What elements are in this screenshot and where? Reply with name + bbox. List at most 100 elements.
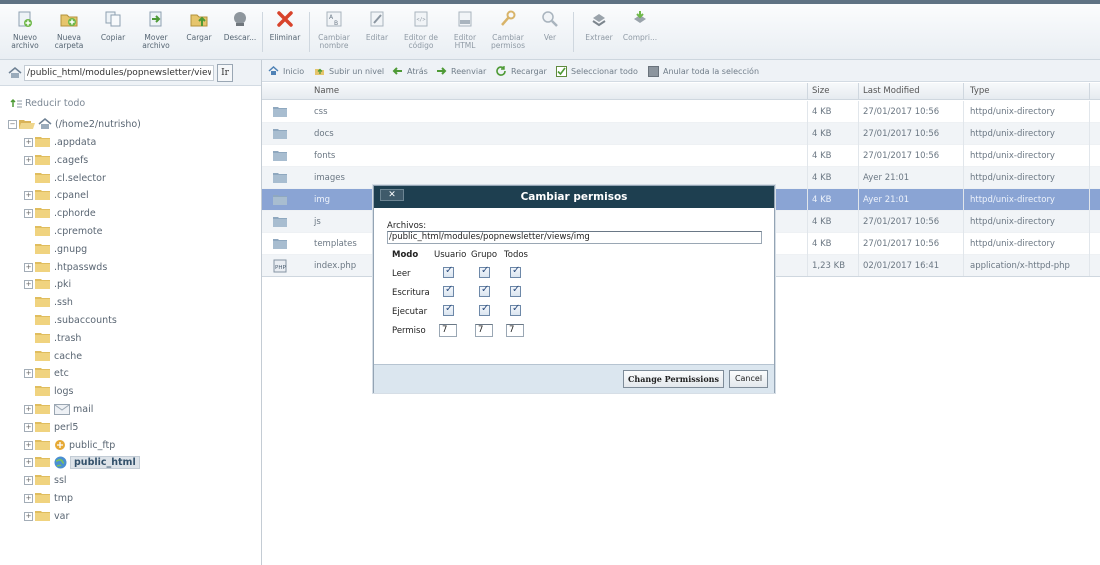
svg-text:</>: </>: [417, 17, 426, 23]
up-level-button[interactable]: Subir un nivel: [314, 66, 384, 76]
table-row[interactable]: fonts 4 KB 27/01/2017 10:56 httpd/unix-dire…: [262, 145, 1100, 167]
expand-toggle-icon[interactable]: +: [24, 137, 33, 147]
read-all-checkbox[interactable]: [510, 265, 521, 278]
permission-user-input[interactable]: 7: [439, 324, 457, 337]
tree-item-label: tmp: [54, 492, 74, 504]
tree-item[interactable]: logs: [24, 383, 73, 399]
write-group-checkbox[interactable]: [479, 284, 490, 297]
tree-item[interactable]: + .htpasswds: [24, 259, 107, 275]
upload-icon: [190, 14, 208, 27]
execute-all-checkbox[interactable]: [510, 303, 521, 316]
tree-item-label: mail: [73, 403, 94, 415]
tree-item[interactable]: + public_html: [24, 454, 140, 470]
forward-label: Reenviar: [451, 66, 487, 76]
html-editor-button[interactable]: Editor HTML: [448, 10, 482, 58]
collapse-all-label: Reducir todo: [25, 97, 86, 109]
collapse-all-button[interactable]: Reducir todo: [10, 95, 85, 111]
select-all-button[interactable]: Seleccionar todo: [556, 66, 638, 77]
folder-icon: [273, 107, 287, 117]
new-file-button[interactable]: Nuevo archivo: [6, 10, 44, 58]
back-button[interactable]: Atrás: [392, 66, 428, 76]
tree-item[interactable]: + .cpanel: [24, 187, 89, 203]
tree-item[interactable]: + .cagefs: [24, 152, 88, 168]
expand-toggle-icon[interactable]: +: [24, 422, 33, 432]
expand-toggle-icon[interactable]: +: [24, 404, 33, 414]
tree-item[interactable]: + .appdata: [24, 134, 96, 150]
permissions-button[interactable]: Cambiar permisos: [487, 10, 529, 58]
reload-button[interactable]: Recargar: [496, 66, 547, 76]
read-group-checkbox[interactable]: [479, 265, 490, 278]
tree-item[interactable]: .ssh: [24, 294, 73, 310]
edit-button[interactable]: Editar: [361, 10, 393, 58]
tree-item[interactable]: + .cphorde: [24, 205, 96, 221]
copy-button[interactable]: Copiar: [95, 10, 131, 58]
write-all-checkbox[interactable]: [510, 284, 521, 297]
tree-item[interactable]: + .pki: [24, 276, 71, 292]
tree-item[interactable]: .cpremote: [24, 223, 102, 239]
rename-button[interactable]: AB Cambiar nombre: [314, 10, 354, 58]
folder-tree: Reducir todo − (/home2/nutrisho) + .appda…: [0, 87, 261, 565]
toolbar: Nuevo archivo Nueva carpeta Copiar Mover…: [0, 4, 1100, 60]
files-field[interactable]: /public_html/modules/popnewsletter/views…: [387, 231, 762, 244]
expand-toggle-icon[interactable]: +: [24, 457, 33, 467]
code-editor-button[interactable]: </> Editor de código: [399, 10, 443, 58]
expand-toggle-icon[interactable]: +: [24, 262, 33, 272]
expand-toggle-icon[interactable]: +: [24, 208, 33, 218]
execute-group-checkbox[interactable]: [479, 303, 490, 316]
table-row[interactable]: css 4 KB 27/01/2017 10:56 httpd/unix-direct…: [262, 101, 1100, 123]
tree-item[interactable]: + tmp: [24, 490, 73, 506]
expand-toggle-icon[interactable]: +: [24, 493, 33, 503]
new-folder-button[interactable]: Nueva carpeta: [50, 10, 88, 58]
tree-item[interactable]: + etc: [24, 365, 69, 381]
tree-item[interactable]: + perl5: [24, 419, 78, 435]
expand-toggle-icon[interactable]: +: [24, 190, 33, 200]
tree-item[interactable]: + var: [24, 508, 69, 524]
tree-item[interactable]: .cl.selector: [24, 170, 106, 186]
move-button[interactable]: Mover archivo: [138, 10, 174, 58]
move-icon: [149, 11, 162, 27]
tree-item[interactable]: .gnupg: [24, 241, 87, 257]
cancel-button[interactable]: Cancel: [729, 370, 768, 388]
tree-item[interactable]: .trash: [24, 330, 81, 346]
read-user-checkbox[interactable]: [443, 265, 454, 278]
column-size[interactable]: Size: [812, 86, 829, 96]
unselect-all-button[interactable]: Anular toda la selección: [648, 66, 759, 77]
view-button[interactable]: Ver: [535, 10, 565, 58]
upload-button[interactable]: Cargar: [182, 10, 216, 58]
tree-item[interactable]: + mail: [24, 401, 93, 417]
tree-item[interactable]: .subaccounts: [24, 312, 117, 328]
write-user-checkbox[interactable]: [443, 284, 454, 297]
go-button[interactable]: Ir: [217, 64, 233, 82]
permission-all-input[interactable]: 7: [506, 324, 524, 337]
toolbar-separator: [309, 12, 310, 52]
permission-group-input[interactable]: 7: [475, 324, 493, 337]
change-permissions-button[interactable]: Change Permissions: [623, 370, 724, 388]
tree-root[interactable]: − (/home2/nutrisho): [8, 116, 141, 132]
file-name: js: [314, 217, 321, 227]
column-divider: [858, 233, 859, 255]
extract-button[interactable]: Extraer: [580, 10, 618, 58]
home-button[interactable]: Inicio: [268, 66, 304, 76]
path-input[interactable]: [24, 65, 214, 81]
expand-toggle-icon[interactable]: +: [24, 511, 33, 521]
compress-button[interactable]: Compri...: [621, 10, 659, 58]
tree-item[interactable]: + ssl: [24, 472, 67, 488]
download-button[interactable]: Descar...: [220, 10, 260, 58]
execute-user-checkbox[interactable]: [443, 303, 454, 316]
expand-toggle-icon[interactable]: +: [24, 279, 33, 289]
column-type[interactable]: Type: [970, 86, 990, 96]
tree-item[interactable]: cache: [24, 348, 82, 364]
expand-toggle-icon[interactable]: +: [24, 155, 33, 165]
forward-button[interactable]: Reenviar: [436, 66, 486, 76]
expand-toggle-icon[interactable]: +: [24, 440, 33, 450]
column-divider: [858, 167, 859, 189]
expand-toggle-icon[interactable]: +: [24, 475, 33, 485]
column-name[interactable]: Name: [314, 86, 339, 96]
delete-button[interactable]: Eliminar: [266, 10, 304, 58]
table-row[interactable]: docs 4 KB 27/01/2017 10:56 httpd/unix-direc…: [262, 123, 1100, 145]
dialog-close-button[interactable]: ✕: [380, 189, 404, 201]
collapse-toggle-icon[interactable]: −: [8, 119, 17, 129]
expand-toggle-icon[interactable]: +: [24, 368, 33, 378]
column-last-modified[interactable]: Last Modified: [863, 86, 920, 96]
tree-item[interactable]: + public_ftp: [24, 437, 115, 453]
